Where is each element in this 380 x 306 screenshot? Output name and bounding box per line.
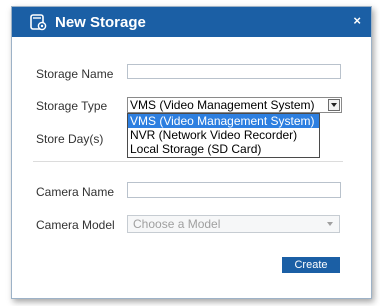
new-storage-dialog: New Storage × Storage Name Storage Type …	[11, 6, 372, 299]
create-button[interactable]: Create	[282, 257, 340, 273]
storage-name-label: Storage Name	[36, 67, 114, 81]
camera-name-label: Camera Name	[36, 185, 115, 199]
chevron-down-icon	[327, 222, 333, 226]
storage-type-dropdown: VMS (Video Management System) NVR (Netwo…	[127, 113, 320, 158]
dialog-title: New Storage	[55, 14, 146, 31]
camera-model-label: Camera Model	[36, 218, 115, 232]
dialog-titlebar: New Storage ×	[12, 7, 371, 37]
close-icon[interactable]: ×	[353, 13, 361, 28]
camera-model-placeholder: Choose a Model	[133, 217, 221, 231]
store-days-label: Store Day(s)	[36, 132, 104, 146]
storage-type-select[interactable]: VMS (Video Management System)	[127, 97, 342, 113]
storage-type-selected: VMS (Video Management System)	[130, 98, 315, 112]
storage-settings-icon	[30, 14, 47, 31]
option-vms[interactable]: VMS (Video Management System)	[128, 114, 319, 128]
form-divider	[33, 161, 343, 162]
option-nvr[interactable]: NVR (Network Video Recorder)	[128, 128, 319, 142]
camera-model-select[interactable]: Choose a Model	[127, 215, 340, 233]
camera-name-input[interactable]	[127, 182, 341, 198]
storage-type-label: Storage Type	[36, 99, 108, 113]
chevron-down-icon[interactable]	[328, 99, 340, 111]
storage-name-input[interactable]	[127, 64, 341, 79]
option-local-storage[interactable]: Local Storage (SD Card)	[128, 142, 319, 156]
